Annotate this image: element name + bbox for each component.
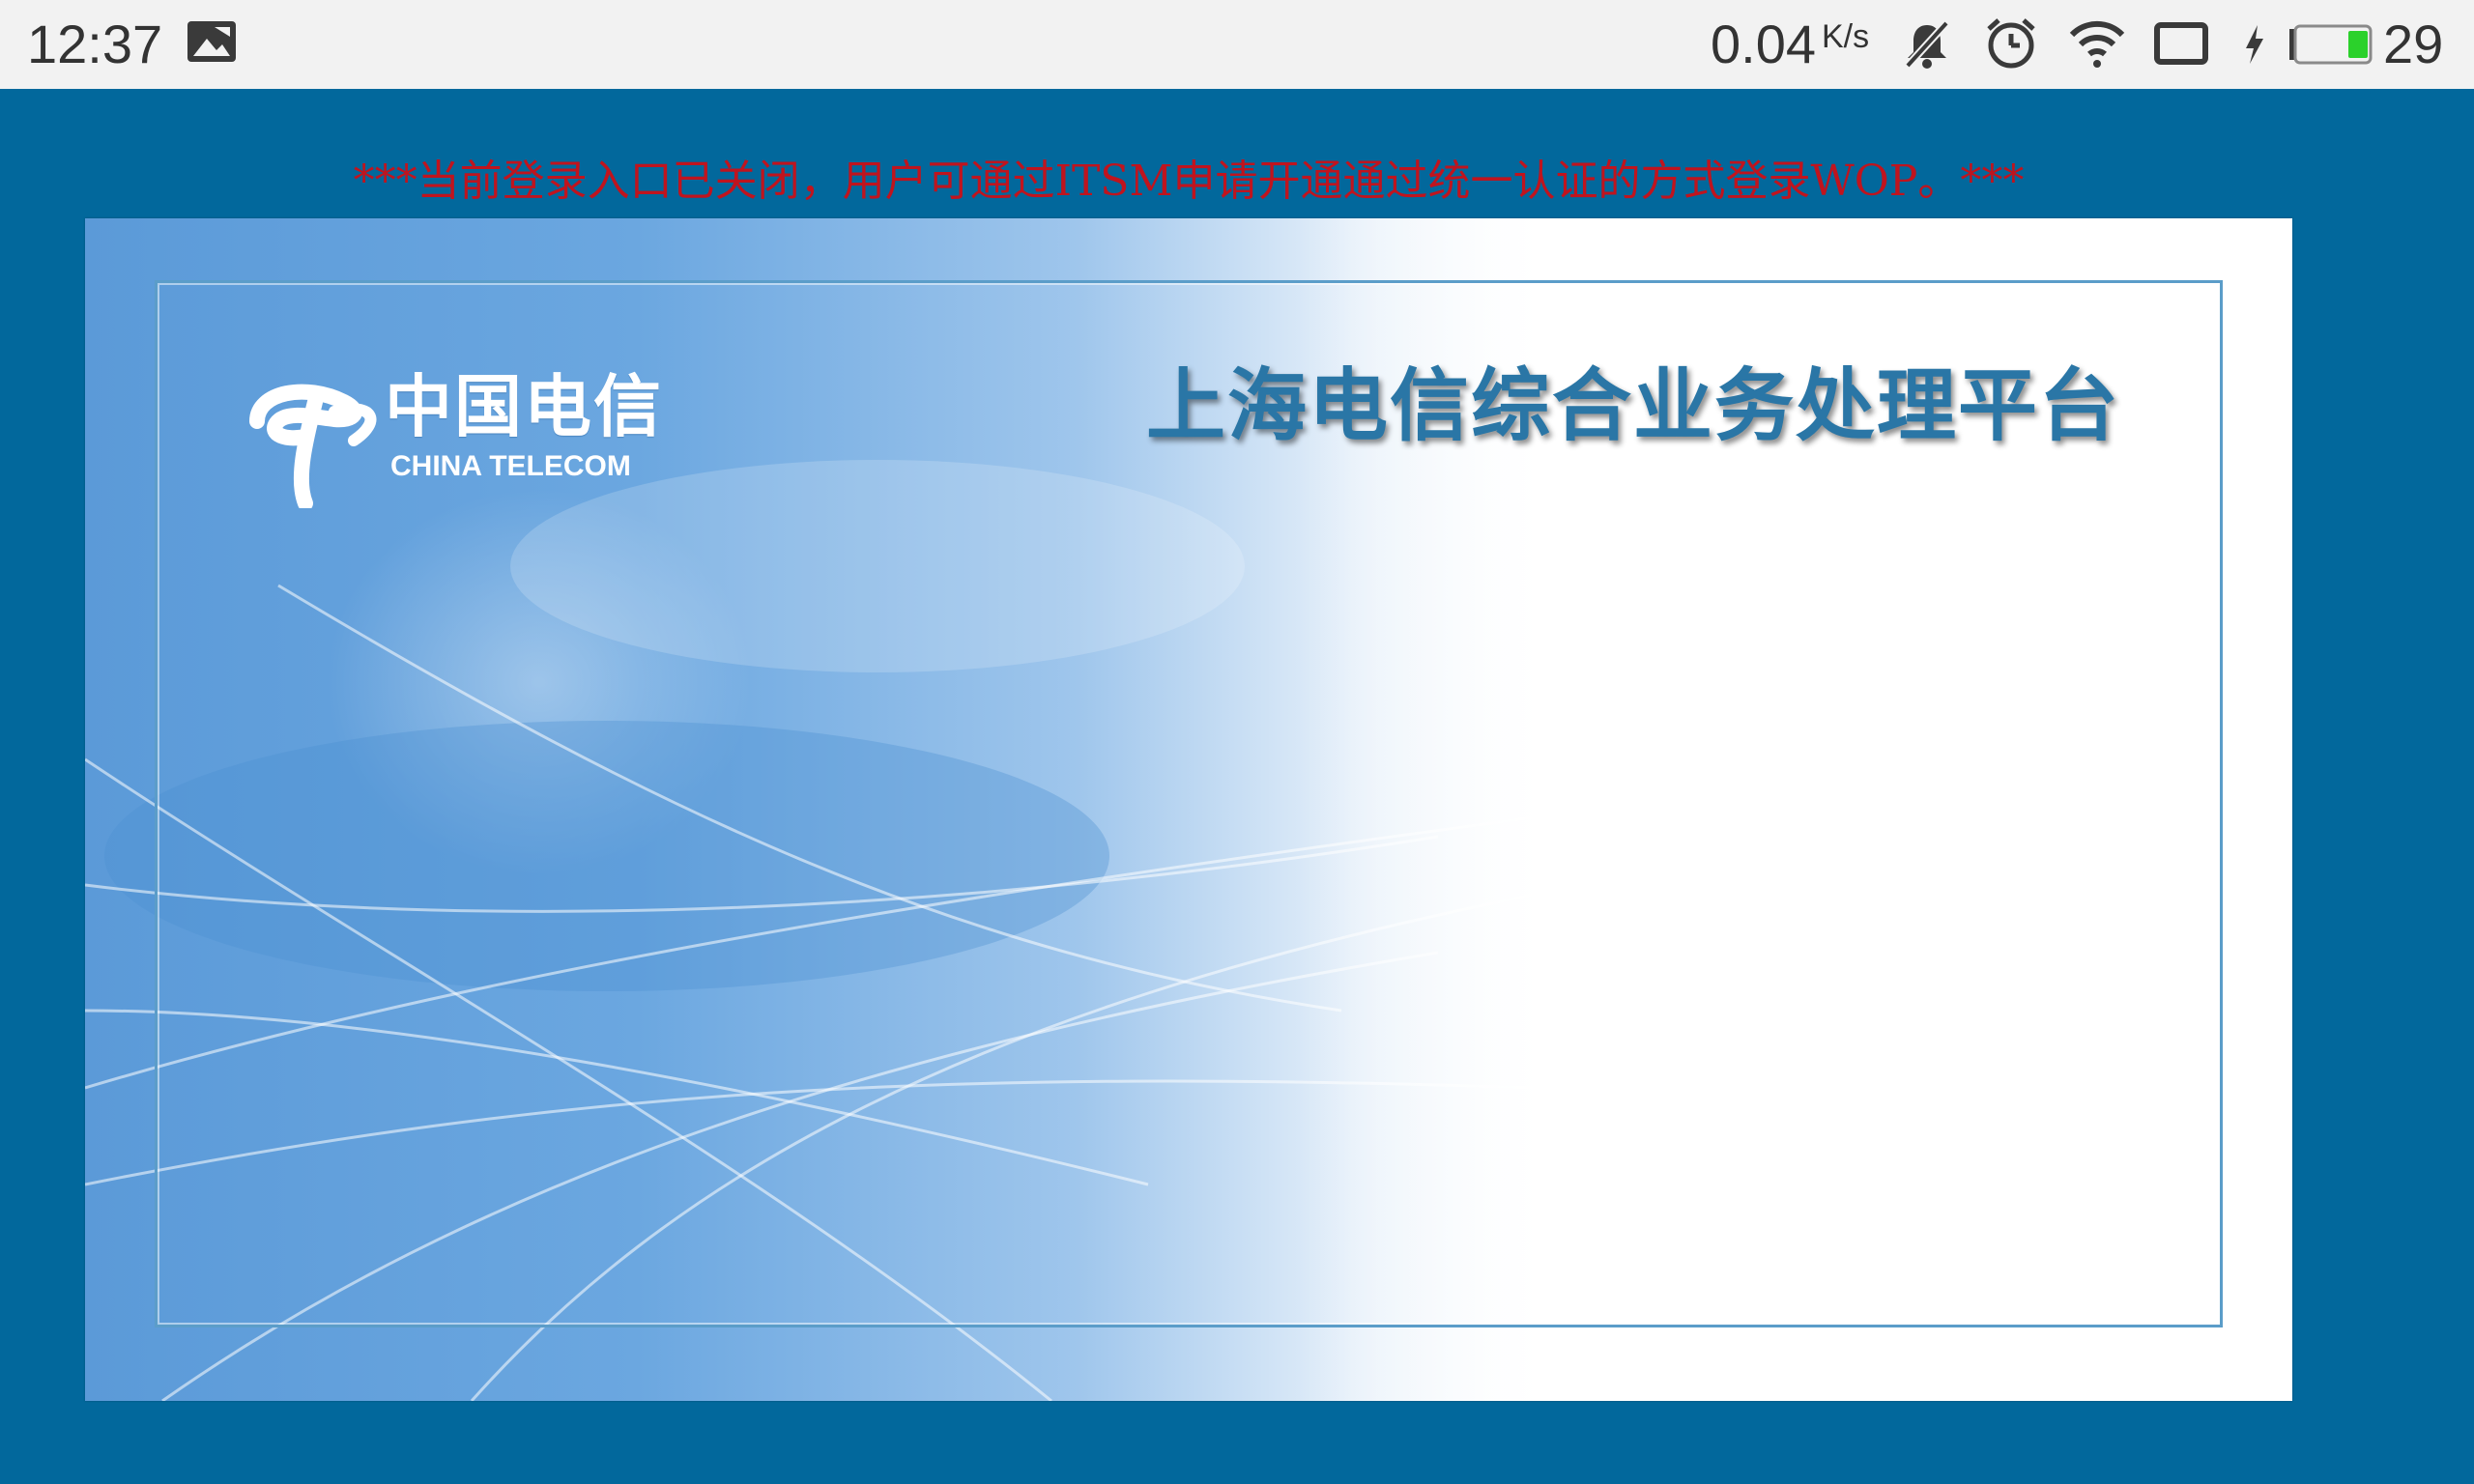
alarm-icon (1987, 18, 2035, 69)
charging-icon (2246, 25, 2263, 64)
battery-level: 29 (2383, 14, 2444, 74)
screen-rotation-icon (2154, 22, 2208, 65)
mute-icon (1905, 20, 1949, 69)
image-notification-icon (187, 21, 236, 62)
net-speed-unit: K/s (1822, 18, 1870, 55)
wifi-icon (2069, 20, 2125, 68)
logo-english-text: CHINA TELECOM (390, 450, 631, 482)
logo-chinese-text: 中国电信 (385, 366, 663, 446)
battery-icon (2289, 24, 2373, 65)
page-title: 上海电信综合业务处理平台 (1146, 360, 2121, 452)
status-time: 12:37 (27, 14, 163, 74)
net-speed-value: 0.04 (1711, 14, 1816, 74)
login-banner: 中国电信 CHINA TELECOM 上海电信综合业务处理平台 (85, 218, 2292, 1401)
login-closed-notice: ***当前登录入口已关闭，用户可通过ITSM申请开通通过统一认证的方式登录WOP… (353, 157, 2025, 206)
status-bar: 12:37 0.04 K/s 29 (0, 0, 2474, 89)
